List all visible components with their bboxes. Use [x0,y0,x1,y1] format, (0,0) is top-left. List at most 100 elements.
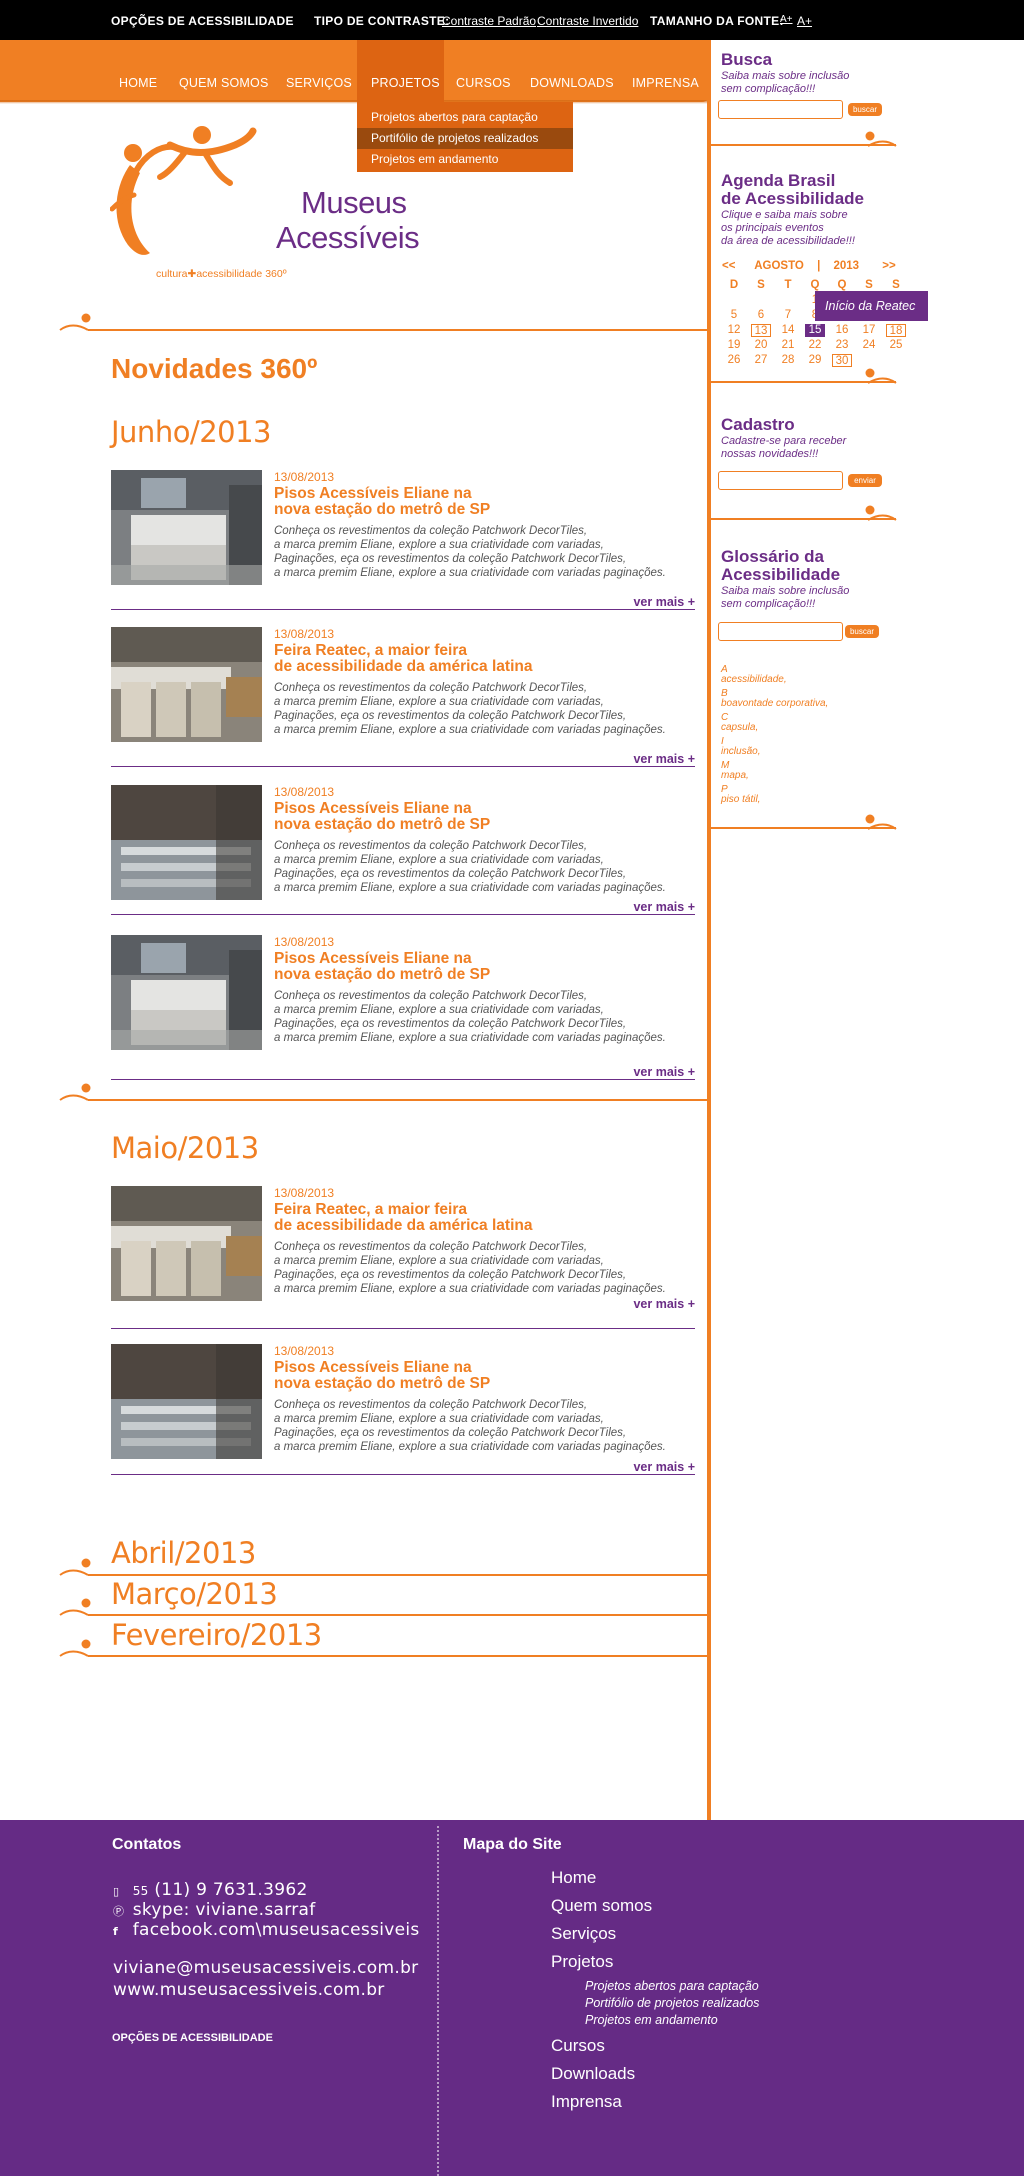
sitemap-sub-captacao[interactable]: Projetos abertos para captação [585,1979,759,1993]
glossary-entry[interactable]: P piso tátil, [721,785,760,805]
calendar-day[interactable]: 12 [722,324,746,337]
nav-projetos[interactable]: PROJETOS [371,76,440,90]
sitemap-sub-andamento[interactable]: Projetos em andamento [585,2013,718,2027]
month-abril[interactable]: Abril/2013 [111,1536,256,1570]
glossary-entry[interactable]: I inclusão, [721,737,760,757]
footer-website[interactable]: www.museusacessiveis.com.br [113,1980,385,2000]
glossary-entry[interactable]: A acessibilidade, [721,665,787,685]
search-input[interactable] [718,100,843,119]
news-title[interactable]: Pisos Acessíveis Eliane na nova estação … [274,801,490,833]
sitemap-sub-portifolio[interactable]: Portifólio de projetos realizados [585,1996,759,2010]
news-item: 13/08/2013 Pisos Acessíveis Eliane na no… [111,935,695,1080]
register-input[interactable] [718,471,843,490]
glossary-input[interactable] [718,622,843,641]
swirl-icon [865,131,897,147]
calendar-day[interactable]: 21 [776,339,800,352]
calendar-day[interactable]: 29 [803,354,827,367]
news-thumbnail[interactable] [111,470,262,585]
read-more-link[interactable]: ver mais + [633,1065,695,1079]
calendar-day[interactable]: 13 [751,324,771,337]
accessibility-options-link[interactable]: OPÇÕES DE ACESSIBILIDADE [111,14,294,28]
sitemap-downloads[interactable]: Downloads [551,2064,635,2084]
calendar-day[interactable]: 30 [832,354,852,367]
calendar-day[interactable]: 25 [884,339,908,352]
news-desc-line: a marca premim Eliane, explore a sua cri… [274,539,604,551]
sitemap-servicos[interactable]: Serviços [551,1924,616,1944]
glossary-subtitle: Saiba mais sobre inclusão sem complicaçã… [721,585,849,611]
calendar-day[interactable]: 22 [803,339,827,352]
calendar-day[interactable]: 15 [805,324,825,337]
nav-imprensa[interactable]: IMPRENSA [632,76,699,90]
contrast-default-link[interactable]: Contraste Padrão [442,14,536,28]
read-more-link[interactable]: ver mais + [633,752,695,766]
contrast-inverted-link[interactable]: Contraste Invertido [537,14,638,28]
month-fevereiro[interactable]: Fevereiro/2013 [111,1618,322,1652]
footer-phone[interactable]: ▯ 55 (11) 9 7631.3962 [113,1880,308,1900]
calendar-next[interactable]: >> [882,260,895,272]
calendar-day[interactable]: 5 [722,309,746,322]
sitemap-home[interactable]: Home [551,1868,596,1888]
news-thumbnail[interactable] [111,785,262,900]
news-thumbnail[interactable] [111,1344,262,1459]
dropdown-item-captacao[interactable]: Projetos abertos para captação [357,107,573,128]
font-decrease-link[interactable]: A+ [780,14,793,25]
calendar-day[interactable]: 27 [749,354,773,367]
nav-quem-somos[interactable]: QUEM SOMOS [179,76,269,90]
register-button[interactable]: enviar [848,474,882,487]
sitemap-imprensa[interactable]: Imprensa [551,2092,622,2112]
read-more-link[interactable]: ver mais + [633,1297,695,1311]
calendar-day[interactable]: 28 [776,354,800,367]
search-button[interactable]: buscar [848,103,882,116]
nav-home[interactable]: HOME [119,76,157,90]
calendar-day[interactable]: 16 [830,324,854,337]
calendar-day[interactable]: 19 [722,339,746,352]
news-date: 13/08/2013 [274,1186,335,1200]
dropdown-item-andamento[interactable]: Projetos em andamento [357,149,573,170]
nav-servicos[interactable]: SERVIÇOS [286,76,352,90]
calendar-day[interactable]: 14 [776,324,800,337]
logo-wordmark[interactable]: Museus Acessíveis [276,185,420,255]
footer-facebook[interactable]: f facebook.com\museusacessiveis [113,1920,420,1940]
footer-accessibility-link[interactable]: OPÇÕES DE ACESSIBILIDADE [112,2032,273,2044]
news-thumbnail[interactable] [111,935,262,1050]
footer-email[interactable]: viviane@museusacessiveis.com.br [113,1958,418,1978]
read-more-link[interactable]: ver mais + [633,595,695,609]
news-title[interactable]: Pisos Acessíveis Eliane na nova estação … [274,486,490,518]
month-junho[interactable]: Junho/2013 [111,415,272,449]
calendar-day[interactable]: 18 [886,324,906,337]
month-maio[interactable]: Maio/2013 [111,1131,259,1165]
calendar-prev[interactable]: << [722,260,735,272]
accessibility-bar: OPÇÕES DE ACESSIBILIDADE TIPO DE CONTRAS… [0,0,1024,40]
nav-cursos[interactable]: CURSOS [456,76,511,90]
calendar-day[interactable]: 23 [830,339,854,352]
calendar-day[interactable]: 17 [857,324,881,337]
nav-downloads[interactable]: DOWNLOADS [530,76,614,90]
news-desc-line: Conheça os revestimentos da coleção Patc… [274,682,588,694]
news-thumbnail[interactable] [111,627,262,742]
glossary-entry[interactable]: C capsula, [721,713,758,733]
calendar-day[interactable]: 7 [776,309,800,322]
dropdown-item-portifolio[interactable]: Portifólio de projetos realizados [357,128,573,149]
news-title[interactable]: Pisos Acessíveis Eliane na nova estação … [274,951,490,983]
agenda-title: Agenda Brasil de Acessibilidade [721,172,864,208]
read-more-link[interactable]: ver mais + [633,900,695,914]
news-title[interactable]: Feira Reatec, a maior feira de acessibil… [274,643,532,675]
news-title[interactable]: Pisos Acessíveis Eliane na nova estação … [274,1360,490,1392]
glossary-entry[interactable]: M mapa, [721,761,749,781]
news-thumbnail[interactable] [111,1186,262,1301]
font-increase-link[interactable]: A+ [797,14,812,28]
glossary-entry[interactable]: B boavontade corporativa, [721,689,828,709]
calendar-day[interactable]: 24 [857,339,881,352]
calendar-day[interactable]: 20 [749,339,773,352]
glossary-button[interactable]: buscar [845,625,879,638]
read-more-link[interactable]: ver mais + [633,1460,695,1474]
calendar-day[interactable]: 26 [722,354,746,367]
sitemap-quem-somos[interactable]: Quem somos [551,1896,652,1916]
calendar-tooltip[interactable]: Início da Reatec [815,291,928,321]
sitemap-cursos[interactable]: Cursos [551,2036,605,2056]
month-marco[interactable]: Março/2013 [111,1577,278,1611]
news-title[interactable]: Feira Reatec, a maior feira de acessibil… [274,1202,532,1234]
footer-skype[interactable]: Ⓟ skype: viviane.sarraf [113,1900,316,1920]
sitemap-projetos[interactable]: Projetos [551,1952,613,1972]
calendar-day[interactable]: 6 [749,309,773,322]
